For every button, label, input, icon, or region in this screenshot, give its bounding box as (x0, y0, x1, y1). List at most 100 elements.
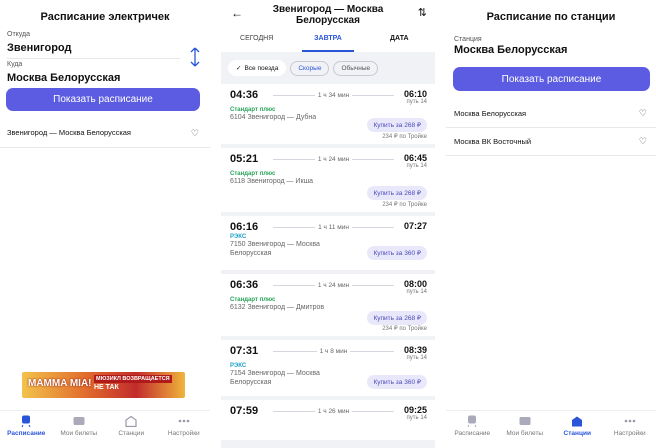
duration: 1 ч 24 мин (270, 156, 397, 163)
train-card[interactable]: 05:21 1 ч 24 мин 06:45 путь 14 Стандарт … (221, 148, 435, 212)
arrival-time: 06:45 (403, 153, 427, 163)
duration: 1 ч 11 мин (270, 224, 397, 231)
filter-all[interactable]: ✓ Все поезда (228, 60, 287, 76)
tab-today[interactable]: СЕГОДНЯ (221, 32, 292, 50)
train-card[interactable]: 04:36 1 ч 34 мин 06:10 путь 14 Стандарт … (221, 84, 435, 144)
filter-fast[interactable]: Скорые (290, 60, 330, 76)
more-icon (178, 415, 190, 427)
duration: 1 ч 24 мин (270, 282, 397, 289)
departure-time: 05:21 (230, 153, 259, 165)
separator (210, 0, 221, 448)
train-card[interactable]: 06:36 1 ч 24 мин 08:00 путь 14 Стандарт … (221, 274, 435, 336)
arrival-time: 08:00 (403, 279, 427, 289)
route-header: ← Звенигород — Москва Белорусская ⇅ СЕГО… (221, 0, 435, 52)
filter-regular[interactable]: Обычные (333, 60, 379, 76)
tab-bar: Расписание Мои билеты Станции Настройки (446, 410, 656, 448)
train-icon (466, 415, 478, 427)
tab-label: Мои билеты (506, 430, 544, 437)
tab-tickets[interactable]: Мои билеты (53, 411, 106, 448)
screen-route-schedule: ← Звенигород — Москва Белорусская ⇅ СЕГО… (221, 0, 435, 448)
buy-ticket-button[interactable]: Купить за 268 ₽ (367, 186, 427, 200)
buy-ticket-button[interactable]: Купить за 360 ₽ (367, 375, 427, 389)
heart-icon[interactable]: ♡ (639, 108, 647, 119)
station-name: Москва Белорусская (454, 108, 527, 118)
tab-label: Станции (563, 430, 591, 437)
favorite-station[interactable]: Москва ВК Восточный ♡ (446, 127, 656, 155)
train-icon (20, 415, 32, 427)
tab-schedule[interactable]: Расписание (446, 411, 499, 448)
troika-price: 234 ₽ по Тройке (382, 134, 427, 140)
departure-time: 07:31 (230, 345, 259, 357)
swap-stations-icon[interactable] (190, 47, 200, 70)
from-field[interactable]: Звенигород (7, 42, 71, 54)
train-card[interactable]: 07:59 1 ч 26 мин 09:25 путь 14 (221, 400, 435, 440)
train-name: 7150 Звенигород — Москва Белорусская (230, 241, 320, 257)
buy-ticket-button[interactable]: Купить за 360 ₽ (367, 246, 427, 260)
divider (7, 58, 180, 59)
screen-schedule: Расписание электричек Откуда Звенигород … (0, 0, 210, 448)
train-card[interactable]: 06:16 1 ч 11 мин 07:27 РЭКС 7150 Звениго… (221, 216, 435, 270)
departure-time: 07:59 (230, 405, 259, 417)
tab-label: Мои билеты (60, 430, 98, 437)
train-name: 6104 Звенигород — Дубна (230, 114, 317, 121)
tab-stations[interactable]: Станции (551, 411, 604, 448)
ad-text: MAMMA MIA! (28, 378, 92, 389)
to-label: Куда (7, 61, 23, 68)
arrival-time: 07:27 (403, 221, 427, 231)
favorite-station[interactable]: Москва Белорусская ♡ (446, 99, 656, 127)
station-field[interactable]: Москва Белорусская (454, 44, 567, 56)
duration: 1 ч 8 мин (270, 348, 397, 355)
ad-banner[interactable]: MAMMA MIA! МЮЗИКЛ ВОЗВРАЩАЕТСЯ НЕ ТАК (22, 372, 185, 398)
arrival-time: 06:10 (403, 89, 427, 99)
departure-time: 06:16 (230, 221, 259, 233)
tab-date[interactable]: ДАТА (364, 32, 435, 50)
ad-sub: НЕ ТАК (94, 384, 119, 391)
train-list: 04:36 1 ч 34 мин 06:10 путь 14 Стандарт … (221, 84, 435, 444)
heart-icon[interactable]: ♡ (191, 128, 199, 139)
show-schedule-button[interactable]: Показать расписание (453, 67, 650, 91)
tab-label: Расписание (7, 430, 46, 437)
divider (446, 155, 656, 156)
buy-ticket-button[interactable]: Купить за 268 ₽ (367, 311, 427, 325)
ticket-icon (519, 415, 531, 427)
train-card[interactable]: 07:31 1 ч 8 мин 08:39 путь 14 РЭКС 7154 … (221, 340, 435, 396)
train-filters: ✓ Все поезда Скорые Обычные (221, 52, 435, 84)
station-name: Москва ВК Восточный (454, 136, 532, 146)
swap-direction-icon[interactable]: ⇅ (418, 6, 427, 19)
station-label: Станция (454, 36, 482, 43)
favorite-route[interactable]: Звенигород — Москва Белорусская (7, 128, 131, 137)
ad-tag: МЮЗИКЛ ВОЗВРАЩАЕТСЯ (94, 375, 172, 383)
station-icon (571, 415, 583, 427)
tab-settings[interactable]: Настройки (158, 411, 211, 448)
route-title: Звенигород — Москва Белорусская (272, 4, 384, 26)
tab-label: Настройки (613, 430, 646, 437)
train-name: 6118 Звенигород — Икша (230, 178, 314, 185)
train-name: 6132 Звенигород — Дмитров (230, 304, 325, 311)
tab-stations[interactable]: Станции (105, 411, 158, 448)
duration: 1 ч 34 мин (270, 92, 397, 99)
divider (0, 147, 210, 148)
tab-tomorrow[interactable]: ЗАВТРА (292, 32, 363, 52)
arrival-time: 09:25 (403, 405, 427, 415)
departure-time: 06:36 (230, 279, 259, 291)
troika-price: 234 ₽ по Тройке (382, 326, 427, 332)
tab-label: Станции (118, 430, 145, 437)
screen-station-schedule: Расписание по станции Станция Москва Бел… (446, 0, 656, 448)
back-arrow-icon[interactable]: ← (231, 6, 243, 20)
station-icon (125, 415, 137, 427)
heart-icon[interactable]: ♡ (639, 136, 647, 147)
more-icon (624, 415, 636, 427)
duration: 1 ч 26 мин (270, 408, 397, 415)
to-field[interactable]: Москва Белорусская (7, 72, 120, 84)
tab-label: Расписание (454, 430, 491, 437)
train-name: 7154 Звенигород — Москва Белорусская (230, 370, 320, 386)
tab-schedule[interactable]: Расписание (0, 411, 53, 448)
check-icon: ✓ (236, 65, 242, 72)
tab-settings[interactable]: Настройки (604, 411, 656, 448)
buy-ticket-button[interactable]: Купить за 268 ₽ (367, 118, 427, 132)
day-tabs: СЕГОДНЯ ЗАВТРА ДАТА (221, 32, 435, 52)
ticket-icon (73, 415, 85, 427)
show-schedule-button[interactable]: Показать расписание (6, 88, 200, 111)
filter-label: Все поезда (244, 65, 279, 72)
tab-tickets[interactable]: Мои билеты (499, 411, 552, 448)
